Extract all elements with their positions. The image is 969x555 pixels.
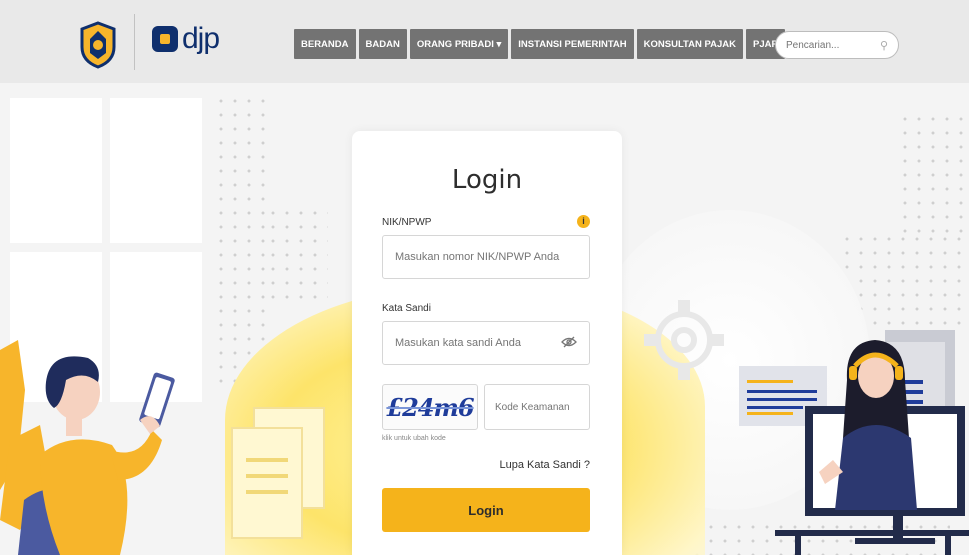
nav-badan[interactable]: BADAN <box>358 29 407 59</box>
password-label: Kata Sandi <box>382 303 431 314</box>
djp-logo[interactable]: djp <box>152 22 220 55</box>
window-pane-top-right <box>110 98 202 243</box>
eye-slash-icon[interactable] <box>561 336 577 351</box>
password-input[interactable] <box>395 337 561 349</box>
search-input[interactable] <box>786 39 870 51</box>
login-card: Login NIK/NPWP i Kata Sandi £24m6 klik u… <box>352 131 622 555</box>
nav-beranda[interactable]: BERANDA <box>294 29 356 59</box>
login-title: Login <box>451 165 523 195</box>
password-field[interactable] <box>382 321 590 365</box>
security-code-input[interactable] <box>495 401 579 413</box>
login-button[interactable]: Login <box>382 488 590 532</box>
search-icon[interactable]: ⚲ <box>880 39 888 52</box>
person-with-phone-illustration <box>0 340 175 555</box>
captcha-refresh-hint[interactable]: klik untuk ubah kode <box>382 435 446 442</box>
window-pane-top-left <box>10 98 102 243</box>
kemenkeu-logo-icon[interactable] <box>78 21 118 69</box>
dot-pattern-right <box>898 112 968 242</box>
nav-orang-pribadi[interactable]: ORANG PRIBADI ▾ <box>409 29 509 59</box>
document-stack-icon <box>231 407 325 539</box>
customer-service-illustration <box>739 330 969 555</box>
search-box[interactable]: ⚲ <box>775 31 899 59</box>
nik-field[interactable] <box>382 235 590 279</box>
main-nav: BERANDA BADAN ORANG PRIBADI ▾ INSTANSI P… <box>294 29 785 59</box>
djp-logo-text: djp <box>182 22 220 55</box>
nav-konsultan-pajak[interactable]: KONSULTAN PAJAK <box>636 29 744 59</box>
nik-label: NIK/NPWP <box>382 217 432 228</box>
djp-logo-mark-icon <box>152 26 178 52</box>
gear-icon <box>644 300 724 380</box>
nik-input[interactable] <box>395 251 577 263</box>
forgot-password-link[interactable]: Lupa Kata Sandi ? <box>492 459 590 471</box>
top-header: djp BERANDA BADAN ORANG PRIBADI ▾ INSTAN… <box>0 0 969 83</box>
dot-pattern-left <box>214 94 266 384</box>
security-code-field[interactable] <box>484 384 590 430</box>
info-icon[interactable]: i <box>577 215 590 228</box>
dot-pattern-left-wide <box>266 206 328 306</box>
captcha-text: £24m6 <box>386 392 474 422</box>
captcha-image[interactable]: £24m6 <box>382 384 478 430</box>
logo-separator <box>134 14 135 70</box>
nav-instansi-pemerintah[interactable]: INSTANSI PEMERINTAH <box>511 29 634 59</box>
